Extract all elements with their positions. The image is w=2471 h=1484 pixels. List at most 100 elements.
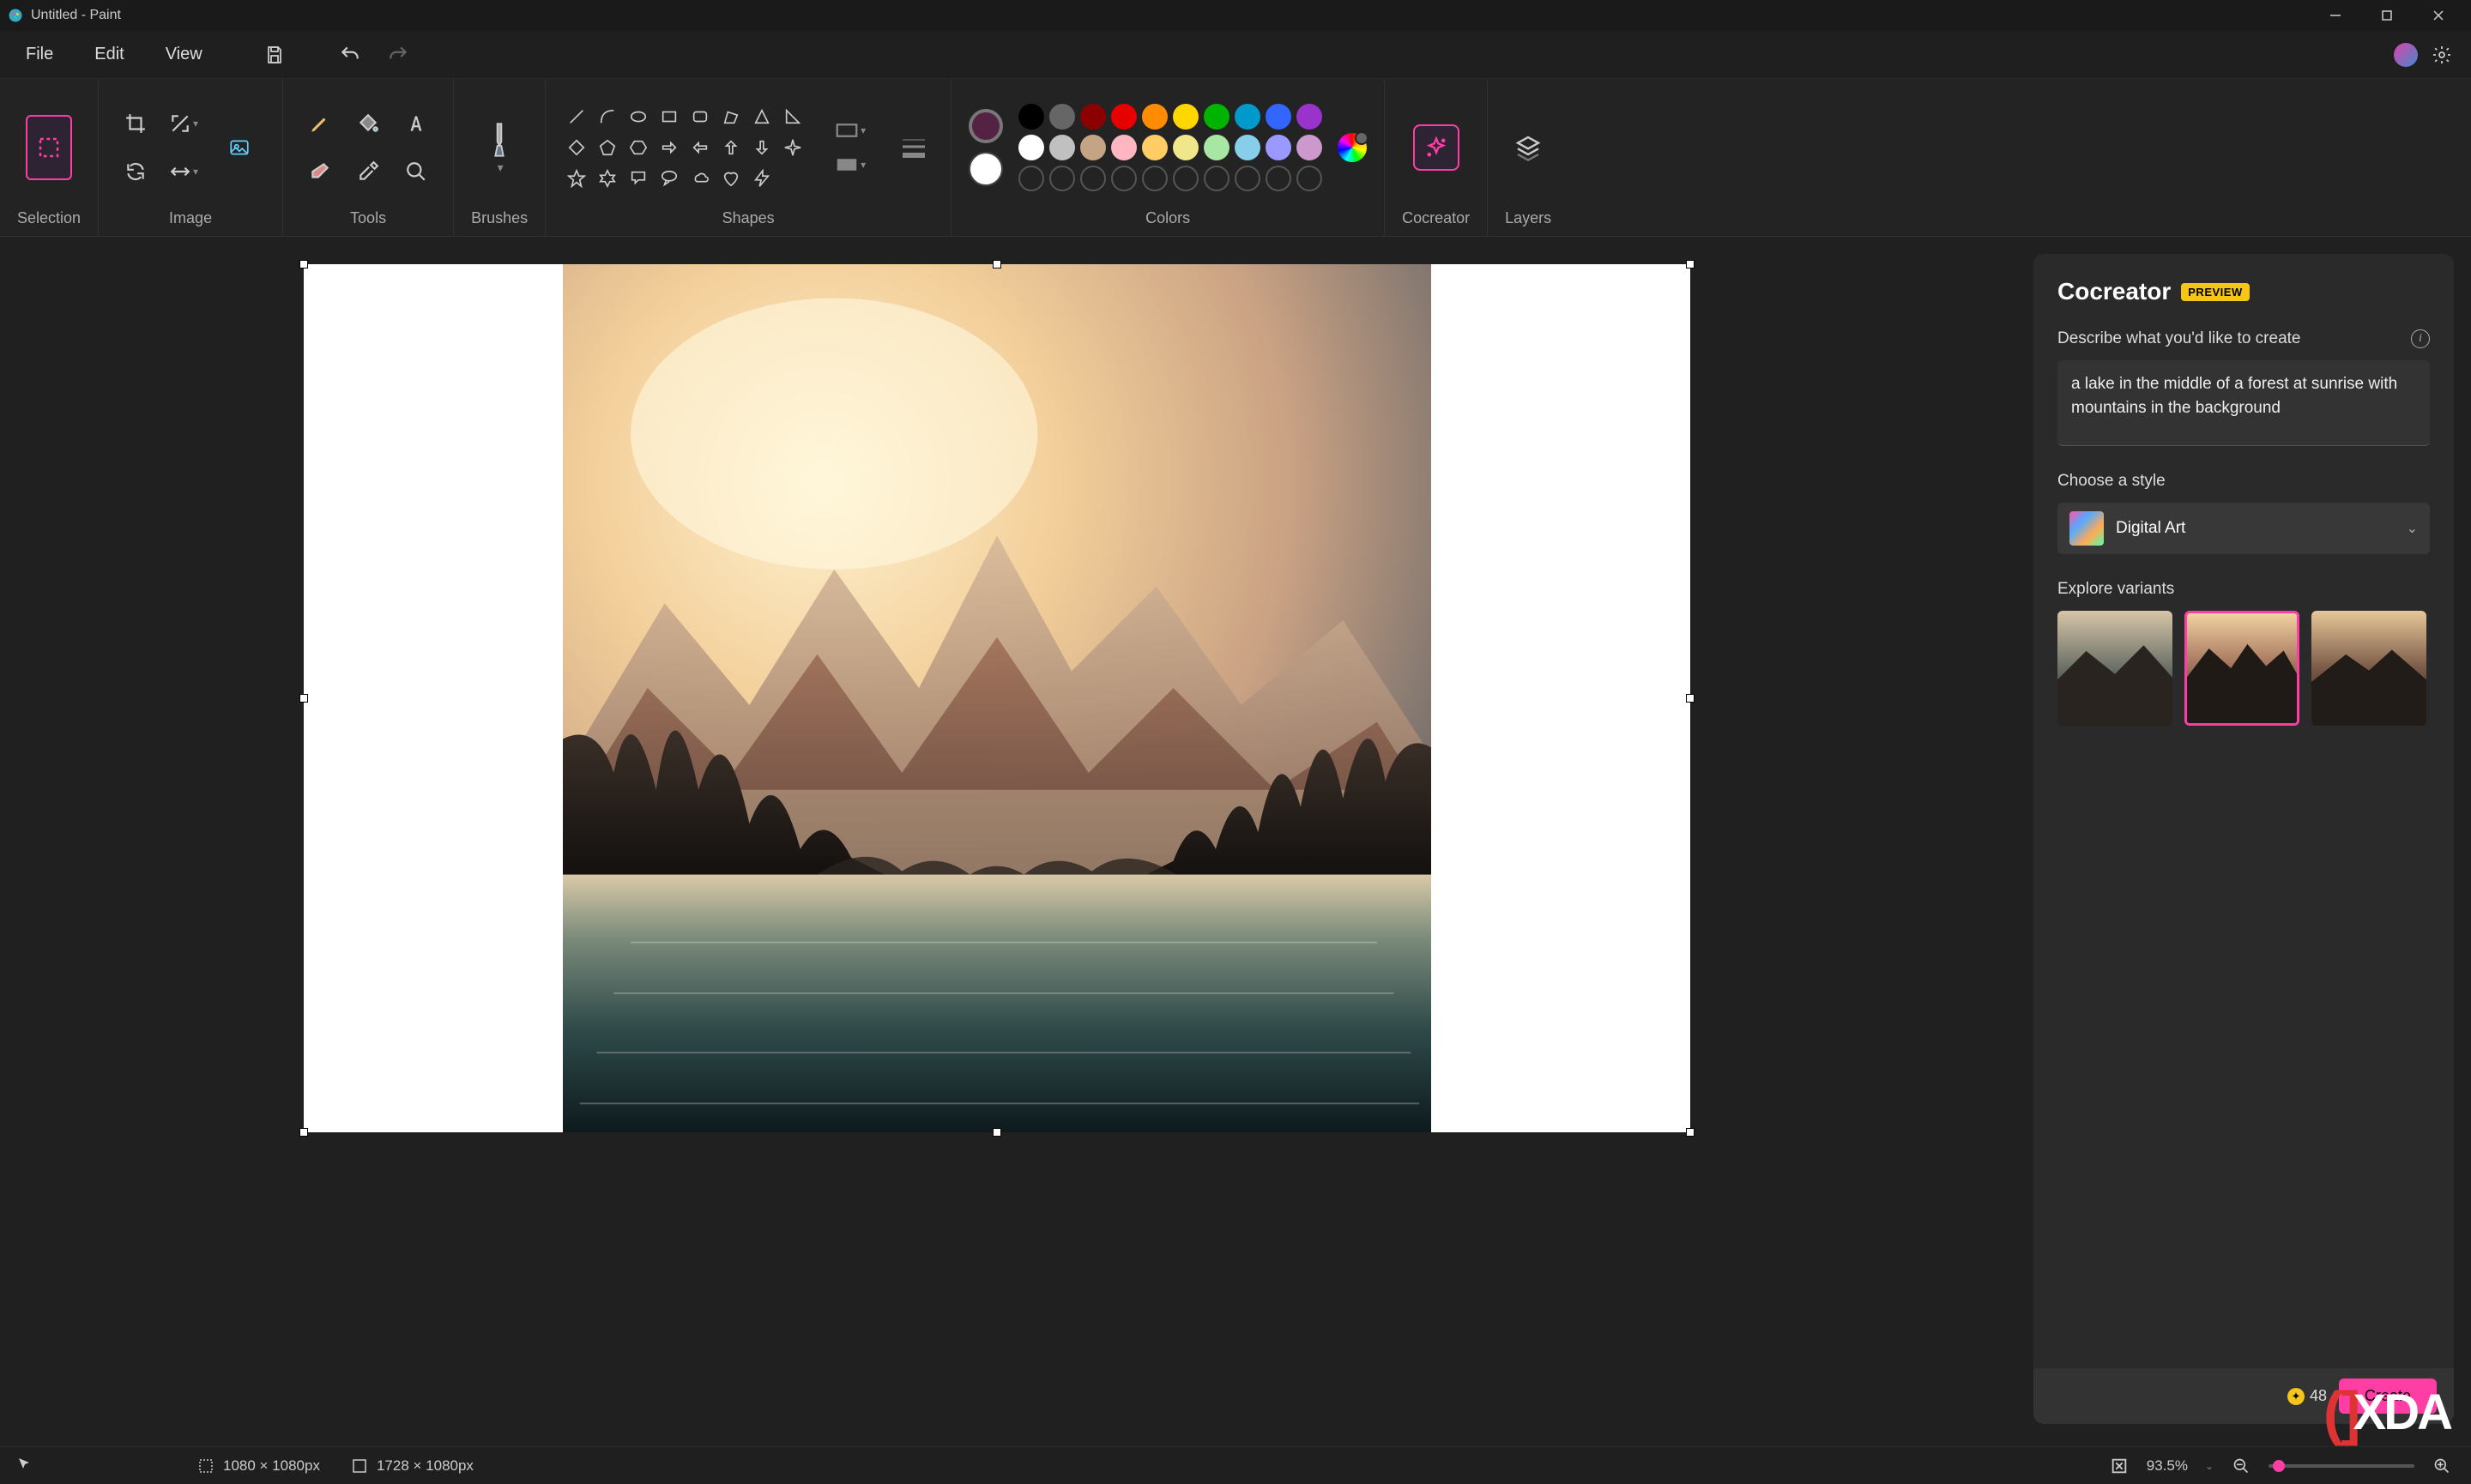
text-tool[interactable]: [396, 104, 436, 143]
resize-button[interactable]: ▾: [164, 104, 203, 143]
ribbon-label-shapes: Shapes: [722, 209, 775, 227]
ribbon-label-colors: Colors: [1145, 209, 1190, 227]
close-button[interactable]: [2413, 0, 2464, 31]
color-swatch[interactable]: [1049, 104, 1075, 130]
select-rect-button[interactable]: [26, 115, 72, 180]
color-swatch-empty[interactable]: [1296, 166, 1322, 191]
rotate-button[interactable]: [116, 152, 155, 191]
color-swatch[interactable]: [1142, 104, 1168, 130]
color-swatch-empty[interactable]: [1204, 166, 1229, 191]
window-title: Untitled - Paint: [31, 8, 121, 23]
pencil-tool[interactable]: [300, 104, 340, 143]
color-swatch-empty[interactable]: [1173, 166, 1199, 191]
magnifier-tool[interactable]: [396, 152, 436, 191]
color-swatch[interactable]: [1173, 104, 1199, 130]
user-avatar[interactable]: [2394, 43, 2418, 67]
shapes-gallery[interactable]: [563, 103, 807, 192]
color-swatch-empty[interactable]: [1266, 166, 1291, 191]
shape-roundrect: [686, 103, 714, 130]
color-picker-tool[interactable]: [348, 152, 388, 191]
zoom-dropdown[interactable]: ⌄: [2205, 1460, 2214, 1472]
ribbon-group-brushes: ▾ Brushes: [454, 79, 546, 236]
color-swatch[interactable]: [1266, 104, 1291, 130]
flip-button[interactable]: ▾: [164, 152, 203, 191]
style-thumbnail-icon: [2069, 511, 2104, 546]
color-palette[interactable]: [1018, 104, 1322, 191]
color-swatch-empty[interactable]: [1142, 166, 1168, 191]
shape-pentagon: [594, 134, 621, 161]
canvas-workspace[interactable]: [0, 237, 2025, 1446]
shape-right-triangle: [779, 103, 807, 130]
zoom-out-button[interactable]: [2229, 1454, 2253, 1478]
ribbon-label-tools: Tools: [350, 209, 386, 227]
color-swatch-empty[interactable]: [1049, 166, 1075, 191]
stroke-width-dropdown[interactable]: [894, 118, 933, 178]
color-swatch[interactable]: [1204, 104, 1229, 130]
shape-arrow-up: [717, 134, 745, 161]
cocreator-variants-label: Explore variants: [2057, 580, 2430, 599]
color-swatch[interactable]: [1296, 104, 1322, 130]
menu-view[interactable]: View: [152, 39, 216, 69]
color-swatch-empty[interactable]: [1080, 166, 1106, 191]
shape-lightning: [748, 165, 776, 192]
brush-selector[interactable]: ▾: [482, 118, 517, 178]
cocreator-describe-label: Describe what you'd like to create: [2057, 329, 2301, 348]
fit-to-window-button[interactable]: [2107, 1454, 2131, 1478]
remove-background-button[interactable]: [214, 113, 265, 182]
layers-button[interactable]: [1505, 124, 1551, 171]
shape-arrow-down: [748, 134, 776, 161]
shape-outline-dropdown[interactable]: ▾: [831, 118, 870, 143]
color-swatch[interactable]: [1173, 135, 1199, 160]
color-primary[interactable]: [969, 109, 1003, 143]
canvas[interactable]: [304, 264, 1690, 1132]
xda-watermark: (]XDA: [2323, 1384, 2450, 1441]
cocreator-preview-badge: PREVIEW: [2181, 283, 2249, 301]
redo-button[interactable]: [381, 38, 415, 72]
undo-button[interactable]: [333, 38, 367, 72]
edit-colors-button[interactable]: [1338, 133, 1367, 162]
shape-hexagon: [625, 134, 652, 161]
save-button[interactable]: [257, 38, 292, 72]
crop-button[interactable]: [116, 104, 155, 143]
shape-line: [563, 103, 590, 130]
cocreator-button[interactable]: [1413, 124, 1459, 171]
color-swatch[interactable]: [1080, 135, 1106, 160]
color-swatch[interactable]: [1080, 104, 1106, 130]
variant-thumb-2[interactable]: [2184, 611, 2299, 726]
cocreator-panel: Cocreator PREVIEW Describe what you'd li…: [2033, 254, 2454, 1424]
color-swatch[interactable]: [1111, 135, 1137, 160]
color-swatch[interactable]: [1266, 135, 1291, 160]
cocreator-style-selector[interactable]: Digital Art ⌄: [2057, 503, 2430, 554]
variant-thumb-1[interactable]: [2057, 611, 2172, 726]
zoom-slider[interactable]: [2269, 1464, 2414, 1468]
settings-button[interactable]: [2425, 38, 2459, 72]
eraser-tool[interactable]: [300, 152, 340, 191]
maximize-button[interactable]: [2361, 0, 2413, 31]
cocreator-prompt-input[interactable]: [2057, 360, 2430, 446]
color-swatch[interactable]: [1111, 104, 1137, 130]
fill-tool[interactable]: [348, 104, 388, 143]
shape-fill-dropdown[interactable]: ▾: [831, 152, 870, 178]
color-swatch[interactable]: [1018, 104, 1044, 130]
color-swatch-empty[interactable]: [1111, 166, 1137, 191]
variant-thumb-3[interactable]: [2311, 611, 2426, 726]
ribbon-group-selection: Selection: [0, 79, 99, 236]
color-swatch[interactable]: [1235, 135, 1260, 160]
color-swatch-empty[interactable]: [1018, 166, 1044, 191]
zoom-in-button[interactable]: [2430, 1454, 2454, 1478]
color-swatch[interactable]: [1296, 135, 1322, 160]
minimize-button[interactable]: [2310, 0, 2361, 31]
color-secondary[interactable]: [969, 152, 1003, 186]
selection-size-text: 1080 × 1080px: [223, 1457, 320, 1475]
menu-edit[interactable]: Edit: [81, 39, 137, 69]
color-swatch[interactable]: [1235, 104, 1260, 130]
color-swatch[interactable]: [1049, 135, 1075, 160]
menu-file[interactable]: File: [12, 39, 67, 69]
color-swatch[interactable]: [1204, 135, 1229, 160]
color-swatch[interactable]: [1018, 135, 1044, 160]
ribbon-group-colors: Colors: [952, 79, 1385, 236]
info-icon[interactable]: i: [2411, 329, 2430, 348]
color-swatch[interactable]: [1142, 135, 1168, 160]
color-swatch-empty[interactable]: [1235, 166, 1260, 191]
cocreator-style-label: Choose a style: [2057, 472, 2430, 491]
